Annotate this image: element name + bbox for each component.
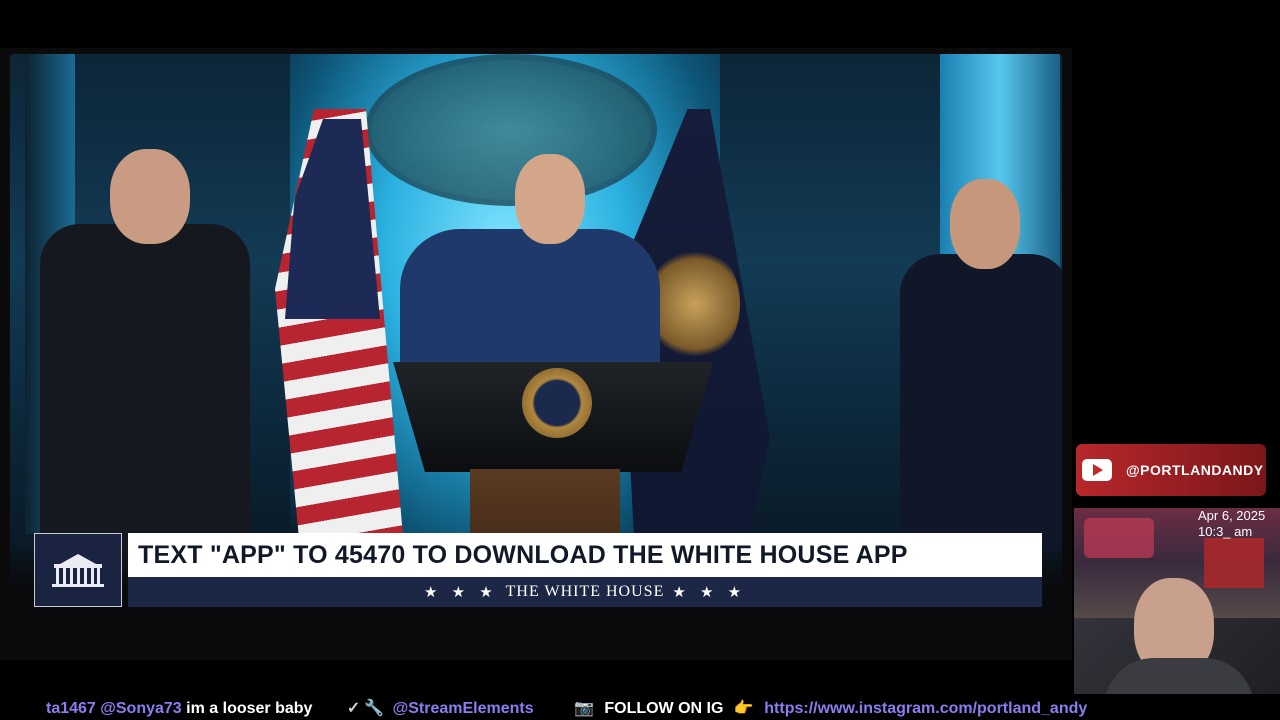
pointing-hand-icon: 👉 — [733, 700, 754, 717]
ticker-mention-user: @Sonya73 — [100, 700, 182, 717]
webcam-background-item — [1084, 518, 1154, 558]
chat-ticker: ta1467 @Sonya73 im a looser baby ✓ 🔧 @Str… — [0, 694, 1280, 720]
headline-text: TEXT "APP" TO 45470 TO DOWNLOAD THE WHIT… — [138, 540, 908, 569]
speaker-figure — [400, 229, 660, 379]
stars-right: ★ ★ ★ — [672, 584, 747, 601]
ticker-bot-mention: @StreamElements — [392, 700, 534, 717]
youtube-channel-banner[interactable]: @PORTLANDANDY — [1076, 444, 1266, 496]
subtitle-text: THE WHITE HOUSE — [505, 583, 665, 600]
webcam-background-item — [1204, 538, 1264, 588]
channel-handle: @PORTLANDANDY — [1126, 462, 1264, 478]
stars-left: ★ ★ ★ — [423, 584, 498, 601]
ticker-follow-text: FOLLOW ON IG — [604, 700, 724, 717]
lower-third-banner: TEXT "APP" TO 45470 TO DOWNLOAD THE WHIT… — [34, 533, 1042, 608]
ticker-user-fragment: ta1467 — [46, 700, 96, 717]
white-house-wall-seal — [365, 54, 657, 206]
presidential-seal — [522, 368, 592, 438]
ticker-message: im a looser baby — [186, 700, 313, 717]
webcam-time: 10:3_ am — [1198, 524, 1253, 539]
speaker-head — [515, 154, 585, 244]
webcam-timestamp: Apr 6, 2025 10:3_ am — [1198, 508, 1265, 540]
white-house-logo-svg — [52, 554, 104, 587]
person-right-figure — [900, 254, 1062, 554]
streamer-webcam: Apr 6, 2025 10:3_ am — [1074, 508, 1280, 720]
white-house-icon — [34, 533, 122, 607]
webcam-date: Apr 6, 2025 — [1198, 508, 1266, 523]
youtube-icon — [1082, 459, 1112, 481]
main-video-frame: TEXT "APP" TO 45470 TO DOWNLOAD THE WHIT… — [0, 48, 1072, 660]
presidential-flag-seal — [650, 244, 740, 364]
camera-icon: 📷 — [573, 700, 594, 717]
chat-ticker-content: ta1467 @Sonya73 im a looser baby ✓ 🔧 @Str… — [46, 698, 1087, 718]
instagram-link[interactable]: https://www.instagram.com/portland_andy — [764, 700, 1087, 717]
subtitle-bar: ★ ★ ★ THE WHITE HOUSE ★ ★ ★ — [128, 577, 1042, 607]
person-left-head — [110, 149, 190, 244]
checkmark-icon: ✓ — [346, 700, 361, 717]
wrench-icon: 🔧 — [364, 700, 385, 717]
headline-bar: TEXT "APP" TO 45470 TO DOWNLOAD THE WHIT… — [128, 533, 1042, 577]
pencil-icon: ✏ — [544, 700, 558, 717]
person-right-head — [950, 179, 1020, 269]
